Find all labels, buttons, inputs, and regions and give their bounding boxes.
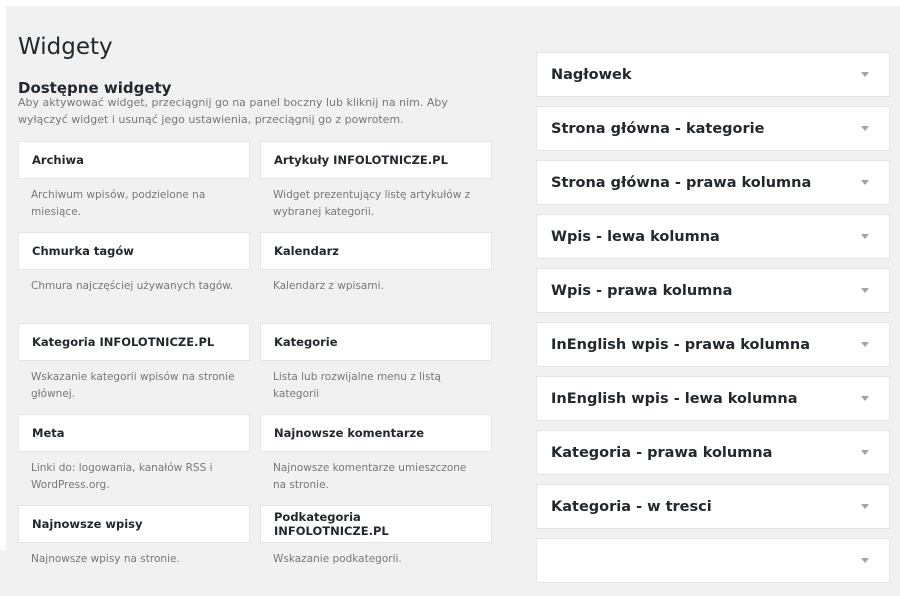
widgets-screen: Widgety Dostępne widgety Aby aktywować w… (6, 6, 900, 583)
widget-title[interactable]: Najnowsze wpisy (18, 505, 250, 543)
sidebar-area-title: Wpis - prawa kolumna (551, 282, 733, 299)
triangle-down-icon[interactable] (861, 504, 869, 509)
triangle-down-icon[interactable] (861, 234, 869, 239)
widget-item: Artykuły INFOLOTNICZE.PL Widget prezentu… (260, 141, 492, 232)
triangle-down-icon[interactable] (861, 180, 869, 185)
sidebar-area[interactable]: Nagłowek (536, 52, 890, 97)
widget-item: Kategorie Lista lub rozwijalne menu z li… (260, 323, 492, 414)
widget-title[interactable]: Najnowsze komentarze (260, 414, 492, 452)
widget-item: Archiwa Archiwum wpisów, podzielone na m… (18, 141, 250, 232)
available-widgets-description: Aby aktywować widget, przeciągnij go na … (18, 96, 448, 126)
sidebar-area[interactable]: Kategoria - w tresci (536, 484, 890, 529)
widget-description: Archiwum wpisów, podzielone na miesiące. (31, 189, 206, 218)
sidebar-area-title: InEnglish wpis - prawa kolumna (551, 336, 811, 353)
widget-title[interactable]: Kategorie (260, 323, 492, 361)
widget-item: Chmurka tagów Chmura najczęściej używany… (18, 232, 250, 323)
widget-description: Wskazanie podkategorii. (273, 553, 402, 565)
widget-item: Meta Linki do: logowania, kanałów RSS i … (18, 414, 250, 505)
widget-description: Najnowsze komentarze umieszczone na stro… (273, 462, 467, 491)
widget-title[interactable]: Kategoria INFOLOTNICZE.PL (18, 323, 250, 361)
triangle-down-icon[interactable] (861, 342, 869, 347)
triangle-down-icon[interactable] (861, 288, 869, 293)
widget-description: Najnowsze wpisy na stronie. (31, 553, 180, 565)
sidebar-area[interactable]: Strona główna - prawa kolumna (536, 160, 890, 205)
sidebar-area-title: Nagłowek (551, 66, 632, 83)
widget-title[interactable]: Artykuły INFOLOTNICZE.PL (260, 141, 492, 179)
sidebar-area[interactable] (536, 538, 890, 583)
sidebar-area-title: Strona główna - prawa kolumna (551, 174, 812, 191)
widget-description: Chmura najczęściej używanych tagów. (31, 280, 234, 292)
widget-title[interactable]: Archiwa (18, 141, 250, 179)
widget-description: Kalendarz z wpisami. (273, 280, 384, 292)
sidebar-area-title: Kategoria - prawa kolumna (551, 444, 773, 461)
sidebar-area[interactable]: InEnglish wpis - prawa kolumna (536, 322, 890, 367)
sidebar-area[interactable]: InEnglish wpis - lewa kolumna (536, 376, 890, 421)
triangle-down-icon[interactable] (861, 558, 869, 563)
widget-title[interactable]: Meta (18, 414, 250, 452)
widget-description: Lista lub rozwijalne menu z listą katego… (273, 371, 441, 400)
sidebar-area[interactable]: Wpis - prawa kolumna (536, 268, 890, 313)
available-widgets-list: Archiwa Archiwum wpisów, podzielone na m… (18, 141, 498, 596)
widget-item: Podkategoria INFOLOTNICZE.PL Wskazanie p… (260, 505, 492, 596)
sidebar-area-title: Wpis - lewa kolumna (551, 228, 720, 245)
triangle-down-icon[interactable] (861, 396, 869, 401)
sidebar-area[interactable]: Kategoria - prawa kolumna (536, 430, 890, 475)
widget-description: Wskazanie kategorii wpisów na stronie gł… (31, 371, 235, 400)
sidebar-area[interactable]: Wpis - lewa kolumna (536, 214, 890, 259)
widget-item: Kalendarz Kalendarz z wpisami. (260, 232, 492, 323)
sidebar-area[interactable]: Strona główna - kategorie (536, 106, 890, 151)
widget-item: Kategoria INFOLOTNICZE.PL Wskazanie kate… (18, 323, 250, 414)
sidebar-area-title: InEnglish wpis - lewa kolumna (551, 390, 798, 407)
widget-description: Linki do: logowania, kanałów RSS i WordP… (31, 462, 213, 491)
triangle-down-icon[interactable] (861, 72, 869, 77)
widget-item: Najnowsze komentarze Najnowsze komentarz… (260, 414, 492, 505)
widget-title[interactable]: Podkategoria INFOLOTNICZE.PL (260, 505, 492, 543)
sidebar-areas-list: Nagłowek Strona główna - kategorie Stron… (536, 52, 890, 592)
sidebar-area-title: Strona główna - kategorie (551, 120, 765, 137)
widget-title[interactable]: Chmurka tagów (18, 232, 250, 270)
triangle-down-icon[interactable] (861, 126, 869, 131)
triangle-down-icon[interactable] (861, 450, 869, 455)
sidebar-area-title: Kategoria - w tresci (551, 498, 712, 515)
page: Widgety Dostępne widgety Aby aktywować w… (0, 0, 900, 583)
widget-item: Najnowsze wpisy Najnowsze wpisy na stron… (18, 505, 250, 596)
widget-description: Widget prezentujący listę artykułów z wy… (273, 189, 471, 218)
page-title: Widgety (18, 34, 113, 61)
widget-title[interactable]: Kalendarz (260, 232, 492, 270)
